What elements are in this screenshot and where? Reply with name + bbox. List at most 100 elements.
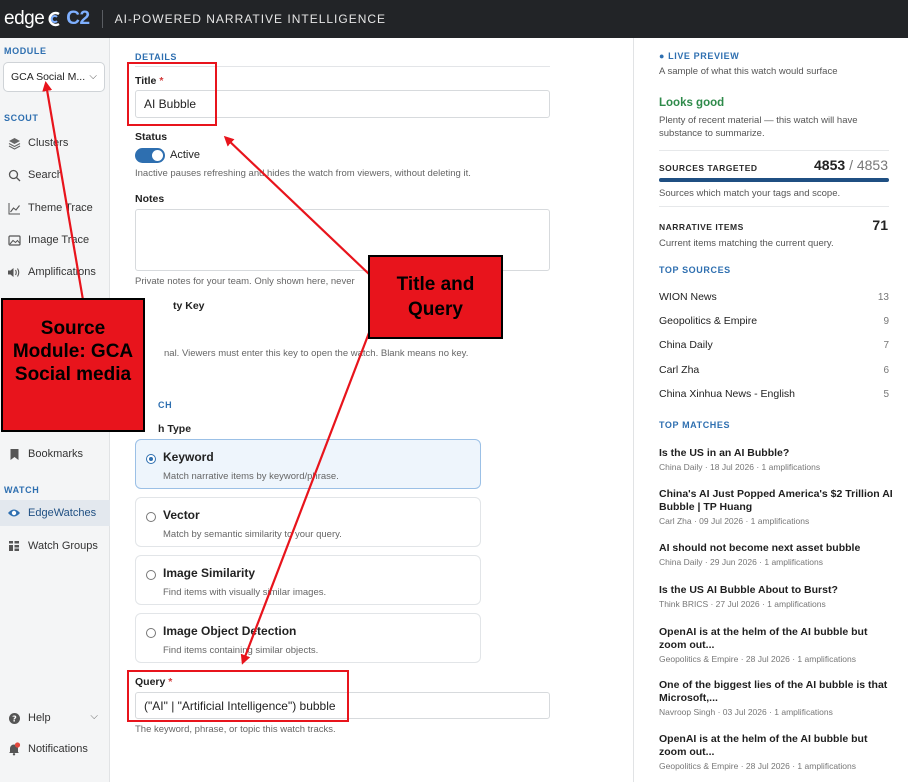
option-description: Find items containing similar objects. xyxy=(163,645,319,656)
top-matches-label: TOP MATCHES xyxy=(659,420,731,430)
match-title: Is the US AI Bubble About to Burst? xyxy=(659,584,838,596)
option-title: Keyword xyxy=(163,450,214,464)
sidebar-item-bookmarks[interactable]: Bookmarks xyxy=(0,441,110,467)
notes-label: Notes xyxy=(135,193,165,205)
option-description: Match by semantic similarity to your que… xyxy=(163,529,342,540)
live-preview-panel: ● LIVE PREVIEW A sample of what this wat… xyxy=(633,38,908,782)
radio-button[interactable] xyxy=(146,454,156,464)
match-meta: China Daily · 29 Jun 2026 · 1 amplificat… xyxy=(659,557,823,567)
sidebar-item-label: Clusters xyxy=(28,137,69,149)
status-value: Active xyxy=(170,149,200,161)
source-name: Carl Zha xyxy=(659,364,700,376)
narrative-items-description: Current items matching the current query… xyxy=(659,238,834,249)
grid-icon xyxy=(6,538,22,554)
status-label: Status xyxy=(135,131,168,143)
source-count: 9 xyxy=(883,315,889,327)
sidebar-item-help[interactable]: ? Help ⌵ xyxy=(0,705,110,731)
speaker-icon xyxy=(6,264,22,280)
status-toggle[interactable] xyxy=(135,148,165,163)
notes-hint: Private notes for your team. Only shown … xyxy=(135,276,355,287)
sidebar-item-label: Amplifications xyxy=(28,266,96,278)
bookmark-icon xyxy=(6,446,22,462)
option-title: Image Similarity xyxy=(163,566,256,580)
option-description: Match narrative items by keyword/phrase. xyxy=(163,471,339,482)
top-bar: edge C2 AI-POWERED NARRATIVE INTELLIGENC… xyxy=(0,0,908,38)
security-key-hint: nal. Viewers must enter this key to open… xyxy=(164,348,469,359)
match-meta: Navroop Singh · 03 Jul 2026 · 1 amplific… xyxy=(659,707,833,717)
source-name: China Xinhua News - English xyxy=(659,388,795,400)
app-tagline: AI-POWERED NARRATIVE INTELLIGENCE xyxy=(114,12,387,26)
option-title: Image Object Detection xyxy=(163,624,297,638)
match-title: AI should not become next asset bubble xyxy=(659,542,861,554)
app-logo[interactable]: edge C2 xyxy=(0,8,90,30)
top-source-row[interactable]: Carl Zha 6 xyxy=(659,358,889,382)
top-match-item[interactable]: China's AI Just Popped America's $2 Tril… xyxy=(659,488,894,526)
top-match-item[interactable]: OpenAI is at the helm of the AI bubble b… xyxy=(659,733,894,771)
top-sources-label: TOP SOURCES xyxy=(659,265,731,275)
sources-progress-bar xyxy=(659,178,889,182)
top-match-item[interactable]: One of the biggest lies of the AI bubble… xyxy=(659,679,894,717)
live-preview-description: A sample of what this watch would surfac… xyxy=(659,66,838,77)
help-icon: ? xyxy=(6,710,22,726)
top-match-item[interactable]: AI should not become next asset bubble Ch… xyxy=(659,542,894,567)
match-meta: China Daily · 18 Jul 2026 · 1 amplificat… xyxy=(659,462,821,472)
top-source-row[interactable]: WION News 13 xyxy=(659,285,889,309)
source-name: Geopolitics & Empire xyxy=(659,315,758,327)
sidebar-item-theme-trace[interactable]: Theme Trace xyxy=(0,195,110,221)
sidebar-item-search[interactable]: Search xyxy=(0,162,110,188)
sidebar-item-watch-groups[interactable]: Watch Groups xyxy=(0,533,110,559)
divider xyxy=(659,206,889,207)
preview-status-title: Looks good xyxy=(659,97,725,109)
sidebar-item-label: Notifications xyxy=(28,743,88,755)
source-count: 6 xyxy=(883,364,889,376)
query-hint: The keyword, phrase, or topic this watch… xyxy=(135,724,336,735)
logo-edge-text: edge xyxy=(4,8,45,29)
match-meta: Geopolitics & Empire · 28 Jul 2026 · 1 a… xyxy=(659,654,857,664)
source-count: 7 xyxy=(883,339,889,351)
top-match-item[interactable]: Is the US in an AI Bubble? China Daily · … xyxy=(659,447,894,472)
match-meta: Geopolitics & Empire · 28 Jul 2026 · 1 a… xyxy=(659,761,857,771)
source-name: WION News xyxy=(659,291,717,303)
sidebar-item-amplifications[interactable]: Amplifications xyxy=(0,259,110,285)
narrative-items-label: NARRATIVE ITEMS xyxy=(659,222,744,232)
search-type-option-keyword[interactable]: Keyword Match narrative items by keyword… xyxy=(135,439,481,489)
preview-status-description-2: substance to summarize. xyxy=(659,128,765,139)
topbar-divider xyxy=(101,10,103,28)
sources-targeted-label: SOURCES TARGETED xyxy=(659,163,758,173)
sources-targeted-description: Sources which match your tags and scope. xyxy=(659,188,841,199)
layers-icon xyxy=(6,135,22,151)
radio-button[interactable] xyxy=(146,628,156,638)
match-title: China's AI Just Popped America's $2 Tril… xyxy=(659,488,893,513)
details-section-label: DETAILS xyxy=(135,52,178,62)
search-type-option-image-object-detection[interactable]: Image Object Detection Find items contai… xyxy=(135,613,481,663)
sources-progress-fill xyxy=(659,178,889,182)
sidebar-item-label: Theme Trace xyxy=(28,202,93,214)
top-match-item[interactable]: OpenAI is at the helm of the AI bubble b… xyxy=(659,626,894,664)
source-count: 13 xyxy=(877,291,889,303)
sidebar-item-notifications[interactable]: Notifications xyxy=(0,736,110,762)
title-query-callout: Title and Query xyxy=(368,255,503,339)
sidebar-item-image-trace[interactable]: Image Trace xyxy=(0,227,110,253)
sidebar-item-label: Help xyxy=(28,712,51,724)
match-meta: Carl Zha · 09 Jul 2026 · 1 amplification… xyxy=(659,516,810,526)
radio-button[interactable] xyxy=(146,512,156,522)
source-module-callout: Source Module: GCA Social media xyxy=(1,298,145,432)
search-icon xyxy=(6,167,22,183)
top-source-row[interactable]: Geopolitics & Empire 9 xyxy=(659,309,889,333)
scout-section-label: SCOUT xyxy=(4,113,39,123)
option-title: Vector xyxy=(163,508,200,522)
sidebar-item-label: Image Trace xyxy=(28,234,90,246)
search-type-option-vector[interactable]: Vector Match by semantic similarity to y… xyxy=(135,497,481,547)
search-type-option-image-similarity[interactable]: Image Similarity Find items with visuall… xyxy=(135,555,481,605)
top-match-item[interactable]: Is the US AI Bubble About to Burst? Think… xyxy=(659,584,894,609)
sidebar-item-clusters[interactable]: Clusters xyxy=(0,130,110,156)
chevron-down-icon: ⌵ xyxy=(89,71,97,82)
match-title: OpenAI is at the helm of the AI bubble b… xyxy=(659,626,868,651)
module-select[interactable]: GCA Social M... ⌵ xyxy=(3,62,105,92)
sidebar-item-edgewatches[interactable]: EdgeWatches xyxy=(0,500,110,526)
top-source-row[interactable]: China Daily 7 xyxy=(659,333,889,357)
radio-button[interactable] xyxy=(146,570,156,580)
source-count: 5 xyxy=(883,388,889,400)
top-source-row[interactable]: China Xinhua News - English 5 xyxy=(659,382,889,406)
watch-section-label: WATCH xyxy=(4,485,40,495)
